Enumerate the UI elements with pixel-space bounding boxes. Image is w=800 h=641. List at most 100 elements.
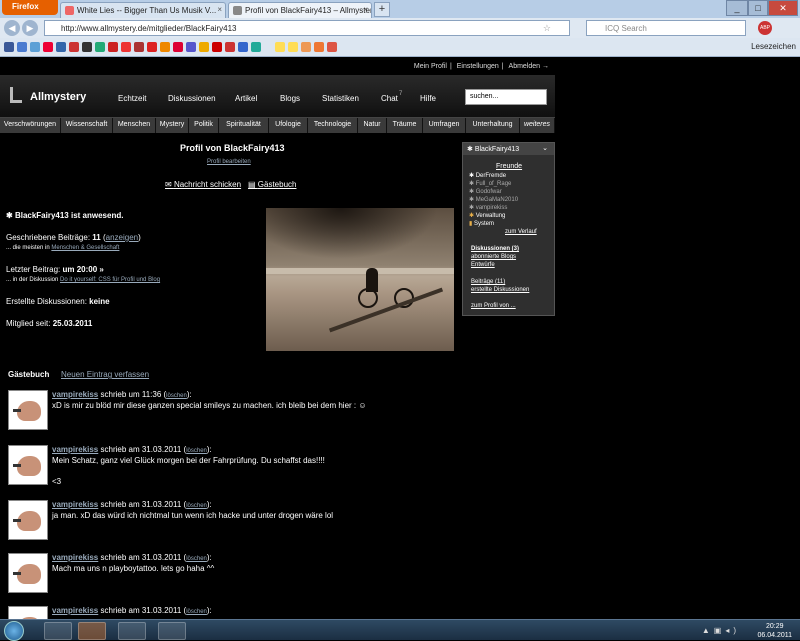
start-button[interactable]: [4, 621, 24, 641]
posts-most-link[interactable]: Menschen & Gesellschaft: [51, 245, 119, 251]
folder-icon[interactable]: [288, 42, 298, 52]
avatar[interactable]: [8, 500, 48, 540]
history-link[interactable]: zum Verlauf: [505, 229, 537, 235]
close-tab-icon[interactable]: ×: [217, 5, 222, 14]
bookmarks-menu[interactable]: Lesezeichen: [751, 42, 796, 51]
bookmark-icon[interactable]: [314, 42, 324, 52]
bookmark-icon[interactable]: [301, 42, 311, 52]
delete-link[interactable]: löschen: [186, 556, 207, 562]
site-search-input[interactable]: suchen...: [465, 89, 547, 105]
bookmark-icon[interactable]: [199, 42, 209, 52]
entry-author[interactable]: vampirekiss: [52, 500, 98, 509]
clock[interactable]: 20:29 06.04.2011: [757, 622, 792, 640]
allmystery-logo-icon[interactable]: [10, 87, 22, 103]
category-item[interactable]: Spiritualität: [219, 118, 269, 133]
friend-item[interactable]: ▮ System: [469, 220, 494, 227]
category-item[interactable]: weiteres: [520, 118, 555, 133]
logout-link[interactable]: Abmelden →: [509, 63, 549, 70]
nav-hilfe[interactable]: Hilfe: [420, 94, 436, 103]
avatar[interactable]: [8, 445, 48, 485]
bookmark-icon[interactable]: [251, 42, 261, 52]
category-item[interactable]: Mystery: [156, 118, 189, 133]
nav-chat[interactable]: Chat: [381, 94, 398, 103]
avatar[interactable]: [8, 553, 48, 593]
messenger-icon[interactable]: [158, 622, 186, 640]
media-player-icon[interactable]: [118, 622, 146, 640]
friend-item[interactable]: ✱ Full_of_Rage: [469, 180, 511, 187]
delete-link[interactable]: löschen: [186, 609, 207, 615]
nav-diskussionen[interactable]: Diskussionen: [168, 94, 216, 103]
friend-item[interactable]: ✱ Godofwar: [469, 188, 502, 195]
adblock-icon[interactable]: ABP: [758, 21, 772, 35]
bookmark-star-icon[interactable]: ☆: [543, 23, 551, 34]
folder-icon[interactable]: [275, 42, 285, 52]
bookmark-icon[interactable]: [147, 42, 157, 52]
bookmark-icon[interactable]: [30, 42, 40, 52]
firefox-icon[interactable]: [78, 622, 106, 640]
nav-artikel[interactable]: Artikel: [235, 94, 257, 103]
bookmark-icon[interactable]: [238, 42, 248, 52]
system-tray[interactable]: ▲▣◂): [702, 626, 740, 635]
chevron-down-icon[interactable]: ⌄: [542, 144, 548, 152]
nav-blogs[interactable]: Blogs: [280, 94, 300, 103]
discussions-link[interactable]: Diskussionen (3): [471, 246, 519, 252]
avatar[interactable]: [8, 606, 48, 619]
show-posts-link[interactable]: anzeigen: [106, 233, 138, 242]
bookmark-icon[interactable]: [56, 42, 66, 52]
guestbook-link[interactable]: ▤ Gästebuch: [248, 180, 296, 189]
delete-link[interactable]: löschen: [166, 393, 187, 399]
bookmark-icon[interactable]: [108, 42, 118, 52]
subscribed-blogs-link[interactable]: abonnierte Blogs: [471, 254, 516, 260]
explorer-icon[interactable]: [44, 622, 72, 640]
facebook-icon[interactable]: [4, 42, 14, 52]
category-item[interactable]: Menschen: [113, 118, 156, 133]
created-discussions-link[interactable]: erstellte Diskussionen: [471, 287, 529, 293]
friend-item[interactable]: ✱ vampirekiss: [469, 204, 507, 211]
bookmark-icon[interactable]: [69, 42, 79, 52]
delete-link[interactable]: löschen: [186, 503, 207, 509]
category-item[interactable]: Technologie: [308, 118, 358, 133]
friends-heading[interactable]: Freunde: [496, 163, 522, 170]
tab-allmystery[interactable]: Profil von BlackFairy413 – Allmystery ×: [228, 2, 372, 18]
friend-item[interactable]: ✱ Verwaltung: [469, 212, 505, 219]
entry-author[interactable]: vampirekiss: [52, 606, 98, 615]
back-icon[interactable]: ◀: [4, 20, 20, 36]
sidebar-header[interactable]: ✱ BlackFairy413 ⌄: [463, 143, 554, 155]
window-close-button[interactable]: ✕: [768, 0, 798, 16]
entry-author[interactable]: vampirekiss: [52, 390, 98, 399]
search-box[interactable]: ICQ Search: [586, 20, 746, 36]
profile-of-link[interactable]: zum Profil von ...: [471, 303, 516, 309]
bookmark-icon[interactable]: [95, 42, 105, 52]
category-item[interactable]: Verschwörungen: [0, 118, 61, 133]
last-post-link[interactable]: Do it yourself: CSS für Profil und Blog: [60, 277, 160, 283]
forward-icon[interactable]: ▶: [22, 20, 38, 36]
bookmark-icon[interactable]: [225, 42, 235, 52]
new-entry-link[interactable]: Neuen Eintrag verfassen: [61, 370, 149, 379]
my-profile-link[interactable]: Mein Profil: [414, 63, 447, 70]
category-item[interactable]: Unterhaltung: [466, 118, 520, 133]
drafts-link[interactable]: Entwürfe: [471, 262, 495, 268]
last-post-time[interactable]: um 20:00 »: [62, 265, 103, 274]
category-item[interactable]: Politik: [189, 118, 219, 133]
bookmark-icon[interactable]: [173, 42, 183, 52]
firefox-menu-button[interactable]: Firefox: [2, 0, 58, 15]
bookmark-icon[interactable]: [43, 42, 53, 52]
bookmark-icon[interactable]: [121, 42, 131, 52]
send-message-link[interactable]: ✉ Nachricht schicken: [165, 180, 241, 189]
bookmark-icon[interactable]: [212, 42, 222, 52]
posts-link[interactable]: Beiträge (11): [471, 279, 505, 285]
site-logo[interactable]: Allmystery: [30, 91, 86, 103]
entry-author[interactable]: vampirekiss: [52, 553, 98, 562]
nav-echtzeit[interactable]: Echtzeit: [118, 94, 146, 103]
category-item[interactable]: Träume: [387, 118, 423, 133]
category-item[interactable]: Umfragen: [423, 118, 466, 133]
maximize-button[interactable]: □: [748, 0, 768, 16]
avatar[interactable]: [8, 390, 48, 430]
bookmark-icon[interactable]: [134, 42, 144, 52]
edit-profile-link[interactable]: Profil bearbeiten: [207, 159, 251, 165]
friend-item[interactable]: ✱ DerFremde: [469, 172, 506, 179]
url-bar[interactable]: http://www.allmystery.de/mitglieder/Blac…: [44, 20, 570, 36]
entry-author[interactable]: vampirekiss: [52, 445, 98, 454]
bookmark-icon[interactable]: [327, 42, 337, 52]
category-item[interactable]: Ufologie: [269, 118, 308, 133]
